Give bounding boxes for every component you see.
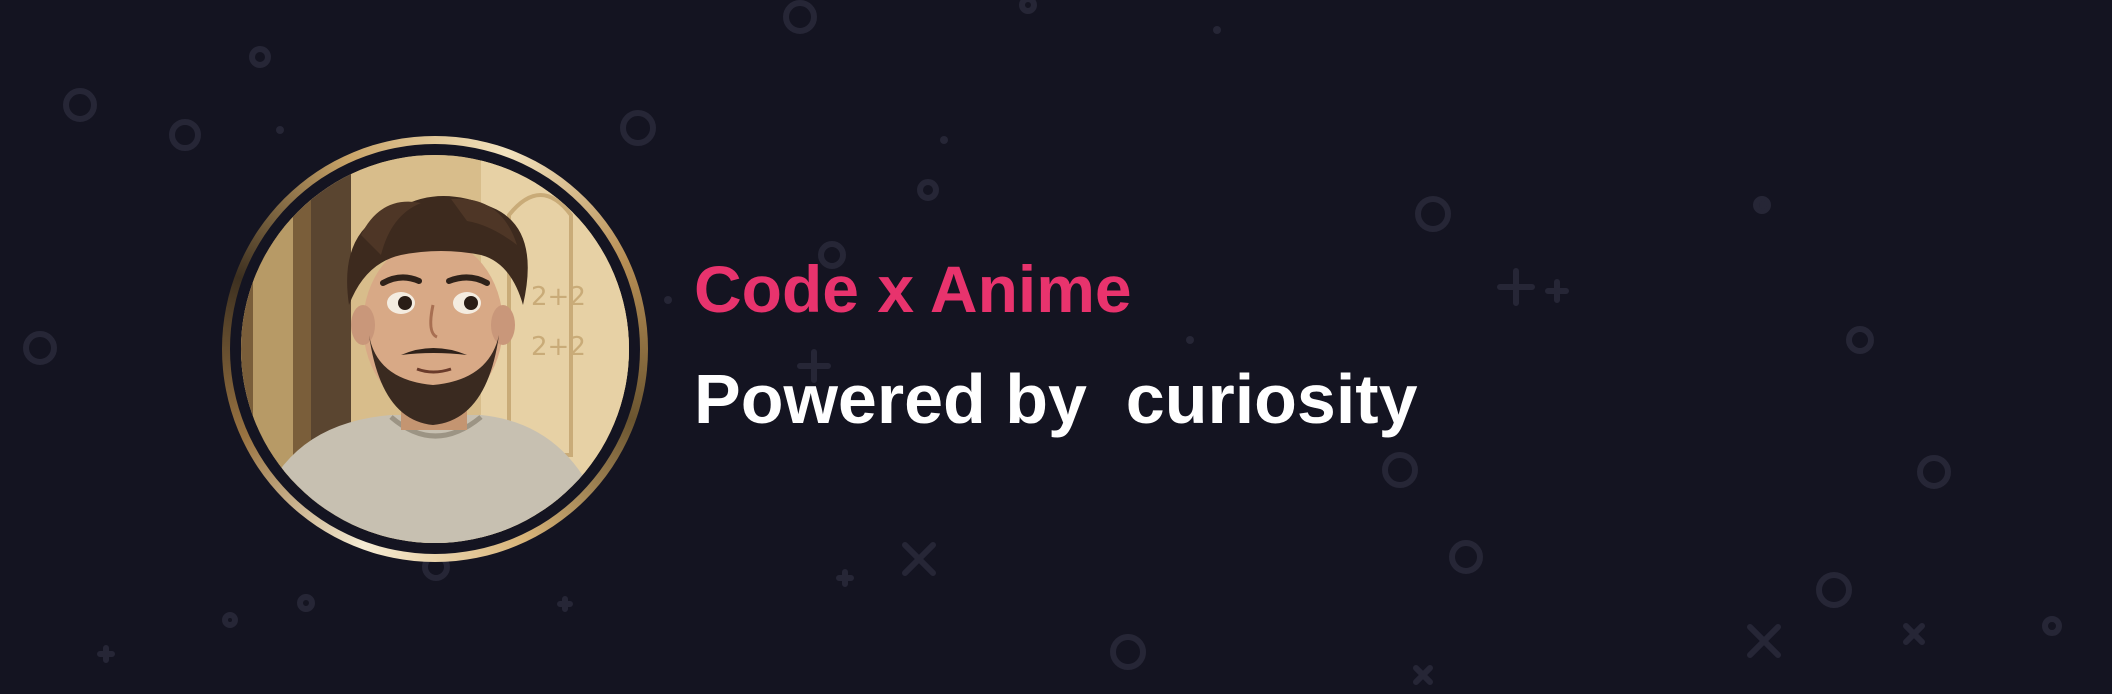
avatar: 2+2 2+2 [222,136,648,562]
svg-text:2+2: 2+2 [531,282,586,312]
banner-subtitle: Powered by curiosity [694,360,1418,438]
banner-title: Code x Anime [694,252,1132,326]
svg-text:2+2: 2+2 [531,332,586,362]
profile-banner: 2+2 2+2 Code x Anime Powered by curiosit… [0,0,2112,694]
anime-portrait-avatar: 2+2 2+2 [241,155,629,543]
